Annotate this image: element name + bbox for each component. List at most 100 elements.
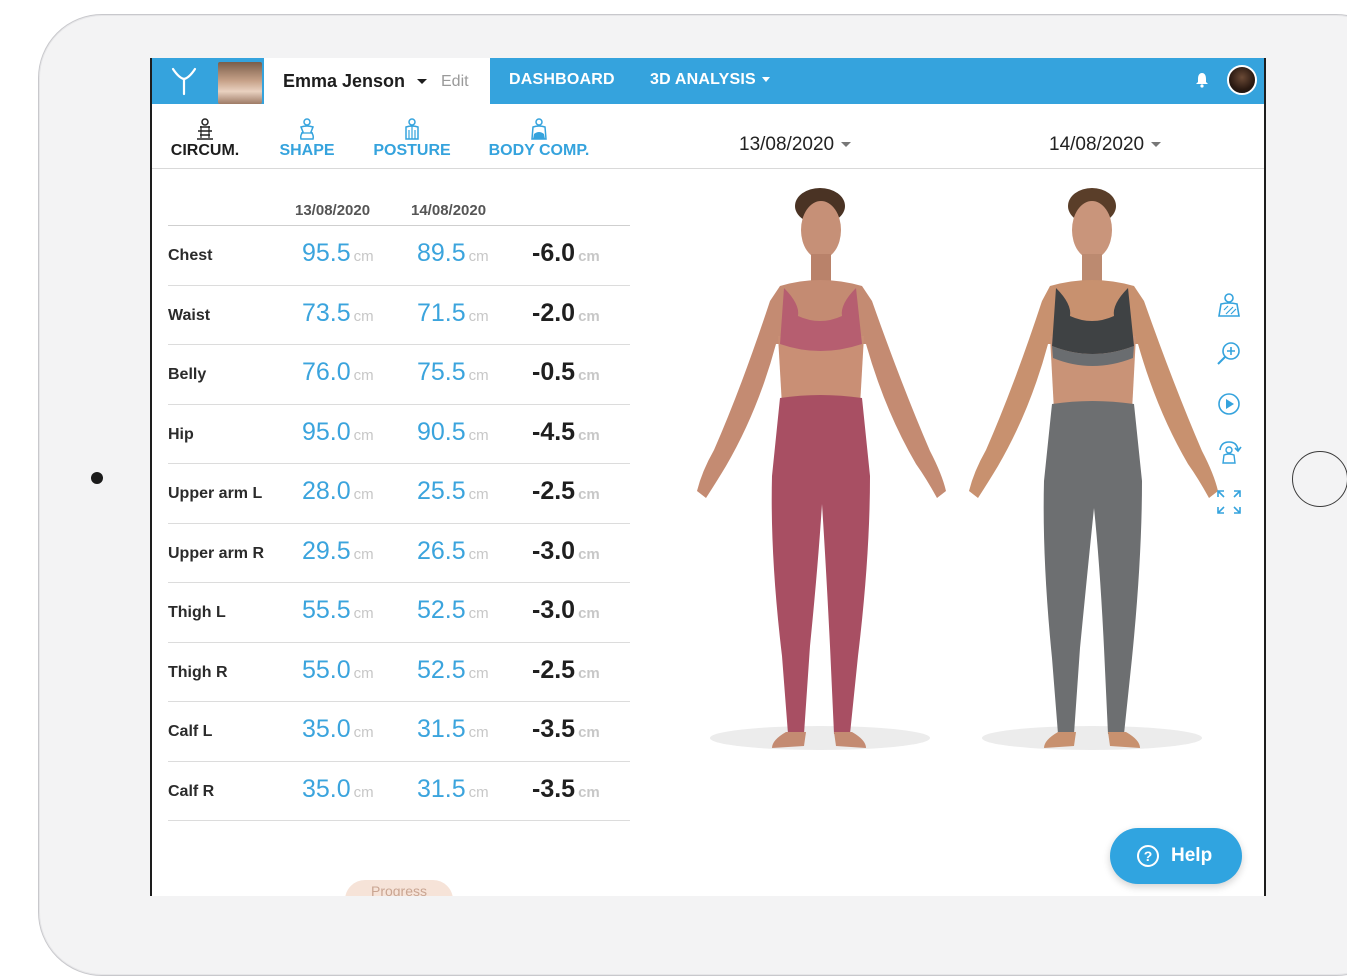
nav-dashboard[interactable]: DASHBOARD [509,71,615,89]
body-model-right[interactable] [952,186,1232,756]
body-model-left[interactable] [680,186,960,756]
value-date-1-number: 35.0 [302,774,351,803]
unit-label: cm [578,248,600,265]
tape-measure-icon [197,118,213,140]
table-row: Thigh R 55.0 cm 52.5 cm -2.5 cm [168,643,630,702]
value-date-1: 28.0 cm [302,477,374,506]
difference-number: -2.5 [532,477,576,505]
tab-posture[interactable]: POSTURE [372,118,452,160]
body-composition-icon [531,118,547,140]
value-date-1: 95.0 cm [302,418,374,447]
table-row: Waist 73.5 cm 71.5 cm -2.0 cm [168,286,630,345]
unit-label: cm [353,307,374,325]
right-date-value: 14/08/2020 [1049,134,1145,155]
value-date-1-number: 28.0 [302,477,351,505]
measurement-label: Thigh R [168,663,228,681]
difference-value: -4.5 cm [532,418,600,447]
fullscreen-icon[interactable] [1215,488,1243,516]
value-date-1-number: 35.0 [302,715,351,743]
difference-number: -0.5 [532,358,576,386]
table-row: Calf R 35.0 cm 31.5 cm -3.5 cm [168,762,630,821]
unit-label: cm [578,367,600,384]
value-date-2-number: 52.5 [417,596,466,624]
app-screen: Emma Jenson Edit DASHBOARD 3D ANALYSIS C… [150,58,1266,896]
tab-circumference[interactable]: CIRCUM. [168,118,242,160]
measurement-label: Calf R [168,782,215,800]
left-date-select[interactable]: 13/08/2020 [739,134,852,156]
unit-label: cm [468,664,489,682]
difference-value: -3.5 cm [532,715,600,744]
value-date-1-number: 29.5 [302,536,351,565]
right-date-select[interactable]: 14/08/2020 [1049,134,1162,156]
value-date-2-number: 90.5 [417,417,466,446]
value-date-2-number: 52.5 [417,655,466,684]
value-date-1: 76.0 cm [302,358,374,387]
play-icon[interactable] [1215,390,1243,418]
unit-label: cm [578,605,600,622]
unit-label: cm [353,783,374,801]
value-date-1-number: 95.0 [302,417,351,446]
difference-number: -3.0 [532,536,576,565]
tab-body-composition[interactable]: BODY COMP. [488,118,590,160]
user-name[interactable]: Emma Jenson [283,71,405,92]
unit-label: cm [578,664,600,682]
difference-value: -3.0 cm [532,596,600,625]
value-date-2: 25.5 cm [417,477,489,506]
table-row: Upper arm R 29.5 cm 26.5 cm -3.0 cm [168,524,630,583]
value-date-1: 35.0 cm [302,775,374,804]
nav-3d-analysis[interactable]: 3D ANALYSIS [650,71,770,89]
difference-value: -3.0 cm [532,537,600,566]
progress-button[interactable]: Progress [345,880,453,896]
column-header-date-2: 14/08/2020 [411,202,487,219]
value-date-1-number: 73.5 [302,298,351,327]
user-selector[interactable]: Emma Jenson Edit [264,58,490,104]
unit-label: cm [468,545,489,563]
measurement-label: Upper arm R [168,544,265,562]
account-avatar[interactable] [1227,65,1257,95]
value-date-2-number: 75.5 [417,358,466,386]
difference-number: -6.0 [532,239,576,267]
unit-label: cm [353,426,374,444]
difference-value: -3.5 cm [532,775,600,804]
value-date-1: 35.0 cm [302,715,374,744]
difference-number: -2.5 [532,655,576,684]
tab-shape[interactable]: SHAPE [278,118,336,160]
table-header: 13/08/2020 14/08/2020 [168,198,630,226]
zoom-in-icon[interactable] [1215,340,1243,368]
posture-icon [405,118,419,140]
value-date-2: 75.5 cm [417,358,489,387]
unit-label: cm [353,545,374,563]
edit-user-link[interactable]: Edit [441,73,469,91]
difference-value: -2.5 cm [532,477,600,506]
value-date-2: 52.5 cm [417,596,489,625]
difference-number: -3.5 [532,774,576,803]
unit-label: cm [353,724,374,741]
table-row: Chest 95.5 cm 89.5 cm -6.0 cm [168,226,630,286]
measurement-label: Waist [168,306,211,324]
chevron-down-icon [841,142,852,148]
measurement-label: Upper arm L [168,485,263,502]
value-date-1: 73.5 cm [302,299,374,328]
unit-label: cm [468,724,489,741]
table-row: Thigh L 55.5 cm 52.5 cm -3.0 cm [168,583,630,643]
value-date-1: 55.0 cm [302,656,374,685]
value-date-1-number: 76.0 [302,358,351,386]
table-row: Upper arm L 28.0 cm 25.5 cm -2.5 cm [168,464,630,524]
unit-label: cm [353,664,374,682]
chevron-down-icon [761,77,770,83]
body-scan-icon[interactable] [1215,292,1243,320]
value-date-2: 71.5 cm [417,299,489,328]
app-logo[interactable] [170,66,198,96]
help-button[interactable]: ? Help [1110,828,1242,884]
chevron-down-icon[interactable] [417,79,427,84]
home-button[interactable] [1292,451,1347,507]
unit-label: cm [468,307,489,325]
bell-icon[interactable] [1195,72,1209,88]
value-date-1: 55.5 cm [302,596,374,625]
user-avatar[interactable] [218,62,262,104]
difference-number: -3.0 [532,596,576,624]
difference-value: -6.0 cm [532,239,600,268]
value-date-2: 31.5 cm [417,775,489,804]
rotate-icon[interactable] [1215,438,1243,466]
value-date-1-number: 95.5 [302,239,351,267]
